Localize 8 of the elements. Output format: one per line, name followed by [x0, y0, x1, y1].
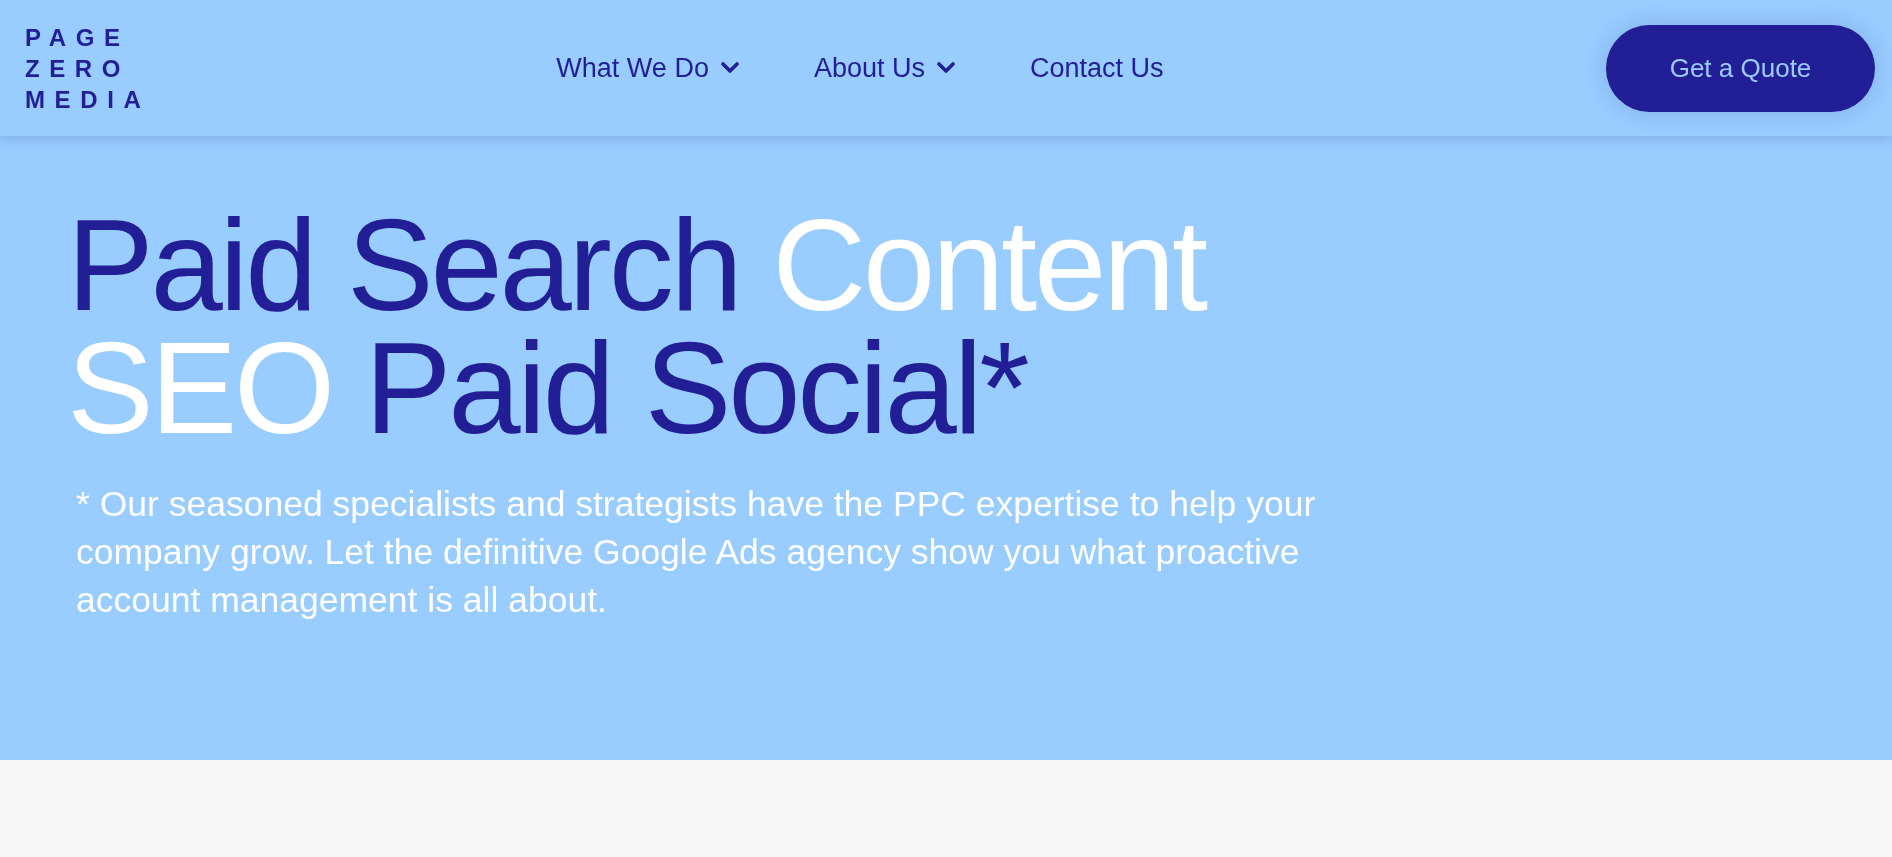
chevron-down-icon: [936, 62, 955, 74]
hero-description: * Our seasoned specialists and strategists have the PPC expertise to help your company grow. Let the definitive Google Ads agency show you what proactive account management is all about.: [76, 483, 1317, 622]
get-quote-button[interactable]: Get a Quote: [1606, 24, 1875, 112]
chevron-down-icon: [720, 62, 739, 74]
nav-menu-link[interactable]: About Us: [813, 51, 955, 85]
nav-menu-link[interactable]: What We Do: [556, 51, 739, 85]
nav-link[interactable]: Contact Us: [1029, 51, 1164, 85]
logo[interactable]: PAGE ZERO MEDIA: [25, 21, 151, 115]
